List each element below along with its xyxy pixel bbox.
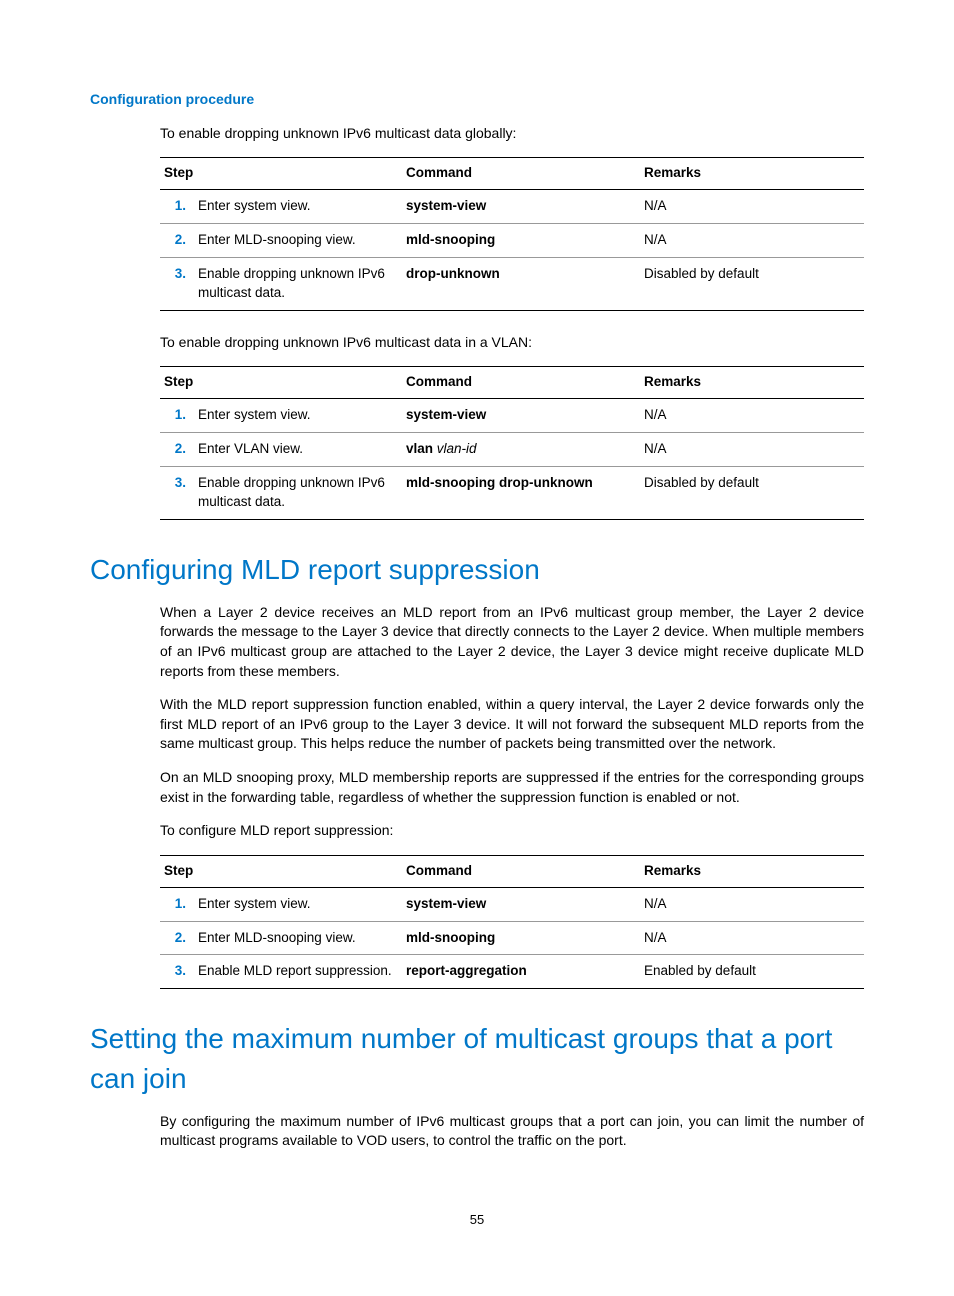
remarks-text: N/A (640, 190, 864, 224)
step-desc: Enable dropping unknown IPv6 multicast d… (194, 257, 402, 310)
th-command: Command (402, 367, 640, 399)
th-remarks: Remarks (640, 367, 864, 399)
table-row: 1. Enter system view. system-view N/A (160, 190, 864, 224)
command-text: drop-unknown (402, 257, 640, 310)
step-number: 3. (160, 257, 194, 310)
step-number: 2. (160, 223, 194, 257)
command-text: mld-snooping drop-unknown (402, 466, 640, 519)
table-row: 2. Enter MLD-snooping view. mld-snooping… (160, 921, 864, 955)
command-text: mld-snooping (402, 223, 640, 257)
heading-mld-suppression: Configuring MLD report suppression (90, 550, 864, 589)
step-desc: Enter VLAN view. (194, 433, 402, 467)
cmd-italic-part: vlan-id (437, 441, 477, 456)
heading-max-groups: Setting the maximum number of multicast … (90, 1019, 864, 1097)
command-text: mld-snooping (402, 921, 640, 955)
command-text: report-aggregation (402, 955, 640, 989)
remarks-text: N/A (640, 223, 864, 257)
paragraph: By configuring the maximum number of IPv… (160, 1112, 864, 1151)
paragraph: With the MLD report suppression function… (160, 695, 864, 754)
table-row: 1. Enter system view. system-view N/A (160, 399, 864, 433)
step-desc: Enter system view. (194, 399, 402, 433)
intro-vlan: To enable dropping unknown IPv6 multicas… (160, 333, 864, 353)
step-desc: Enter system view. (194, 190, 402, 224)
th-command: Command (402, 158, 640, 190)
table-row: 3. Enable MLD report suppression. report… (160, 955, 864, 989)
th-step: Step (160, 855, 402, 887)
step-desc: Enter MLD-snooping view. (194, 921, 402, 955)
intro-suppression-table: To configure MLD report suppression: (160, 821, 864, 841)
step-desc: Enable dropping unknown IPv6 multicast d… (194, 466, 402, 519)
step-number: 1. (160, 887, 194, 921)
table-vlan: Step Command Remarks 1. Enter system vie… (160, 366, 864, 519)
paragraph: When a Layer 2 device receives an MLD re… (160, 603, 864, 681)
remarks-text: N/A (640, 433, 864, 467)
subheading-config-procedure: Configuration procedure (90, 90, 864, 110)
remarks-text: N/A (640, 887, 864, 921)
table-row: 3. Enable dropping unknown IPv6 multicas… (160, 466, 864, 519)
step-number: 1. (160, 190, 194, 224)
table-row: 3. Enable dropping unknown IPv6 multicas… (160, 257, 864, 310)
remarks-text: N/A (640, 921, 864, 955)
table-row: 2. Enter VLAN view. vlan vlan-id N/A (160, 433, 864, 467)
step-number: 3. (160, 466, 194, 519)
th-step: Step (160, 367, 402, 399)
page-number: 55 (90, 1211, 864, 1229)
remarks-text: Enabled by default (640, 955, 864, 989)
paragraph: On an MLD snooping proxy, MLD membership… (160, 768, 864, 807)
step-desc: Enter MLD-snooping view. (194, 223, 402, 257)
remarks-text: Disabled by default (640, 257, 864, 310)
table-global: Step Command Remarks 1. Enter system vie… (160, 157, 864, 310)
table-suppression: Step Command Remarks 1. Enter system vie… (160, 855, 864, 990)
th-command: Command (402, 855, 640, 887)
intro-global: To enable dropping unknown IPv6 multicas… (160, 124, 864, 144)
step-number: 2. (160, 433, 194, 467)
command-text: system-view (402, 190, 640, 224)
table-row: 2. Enter MLD-snooping view. mld-snooping… (160, 223, 864, 257)
command-text: vlan vlan-id (402, 433, 640, 467)
th-remarks: Remarks (640, 158, 864, 190)
step-desc: Enable MLD report suppression. (194, 955, 402, 989)
step-desc: Enter system view. (194, 887, 402, 921)
step-number: 1. (160, 399, 194, 433)
remarks-text: Disabled by default (640, 466, 864, 519)
table-row: 1. Enter system view. system-view N/A (160, 887, 864, 921)
remarks-text: N/A (640, 399, 864, 433)
th-step: Step (160, 158, 402, 190)
cmd-bold-part: vlan (406, 441, 433, 456)
step-number: 3. (160, 955, 194, 989)
th-remarks: Remarks (640, 855, 864, 887)
command-text: system-view (402, 887, 640, 921)
step-number: 2. (160, 921, 194, 955)
command-text: system-view (402, 399, 640, 433)
